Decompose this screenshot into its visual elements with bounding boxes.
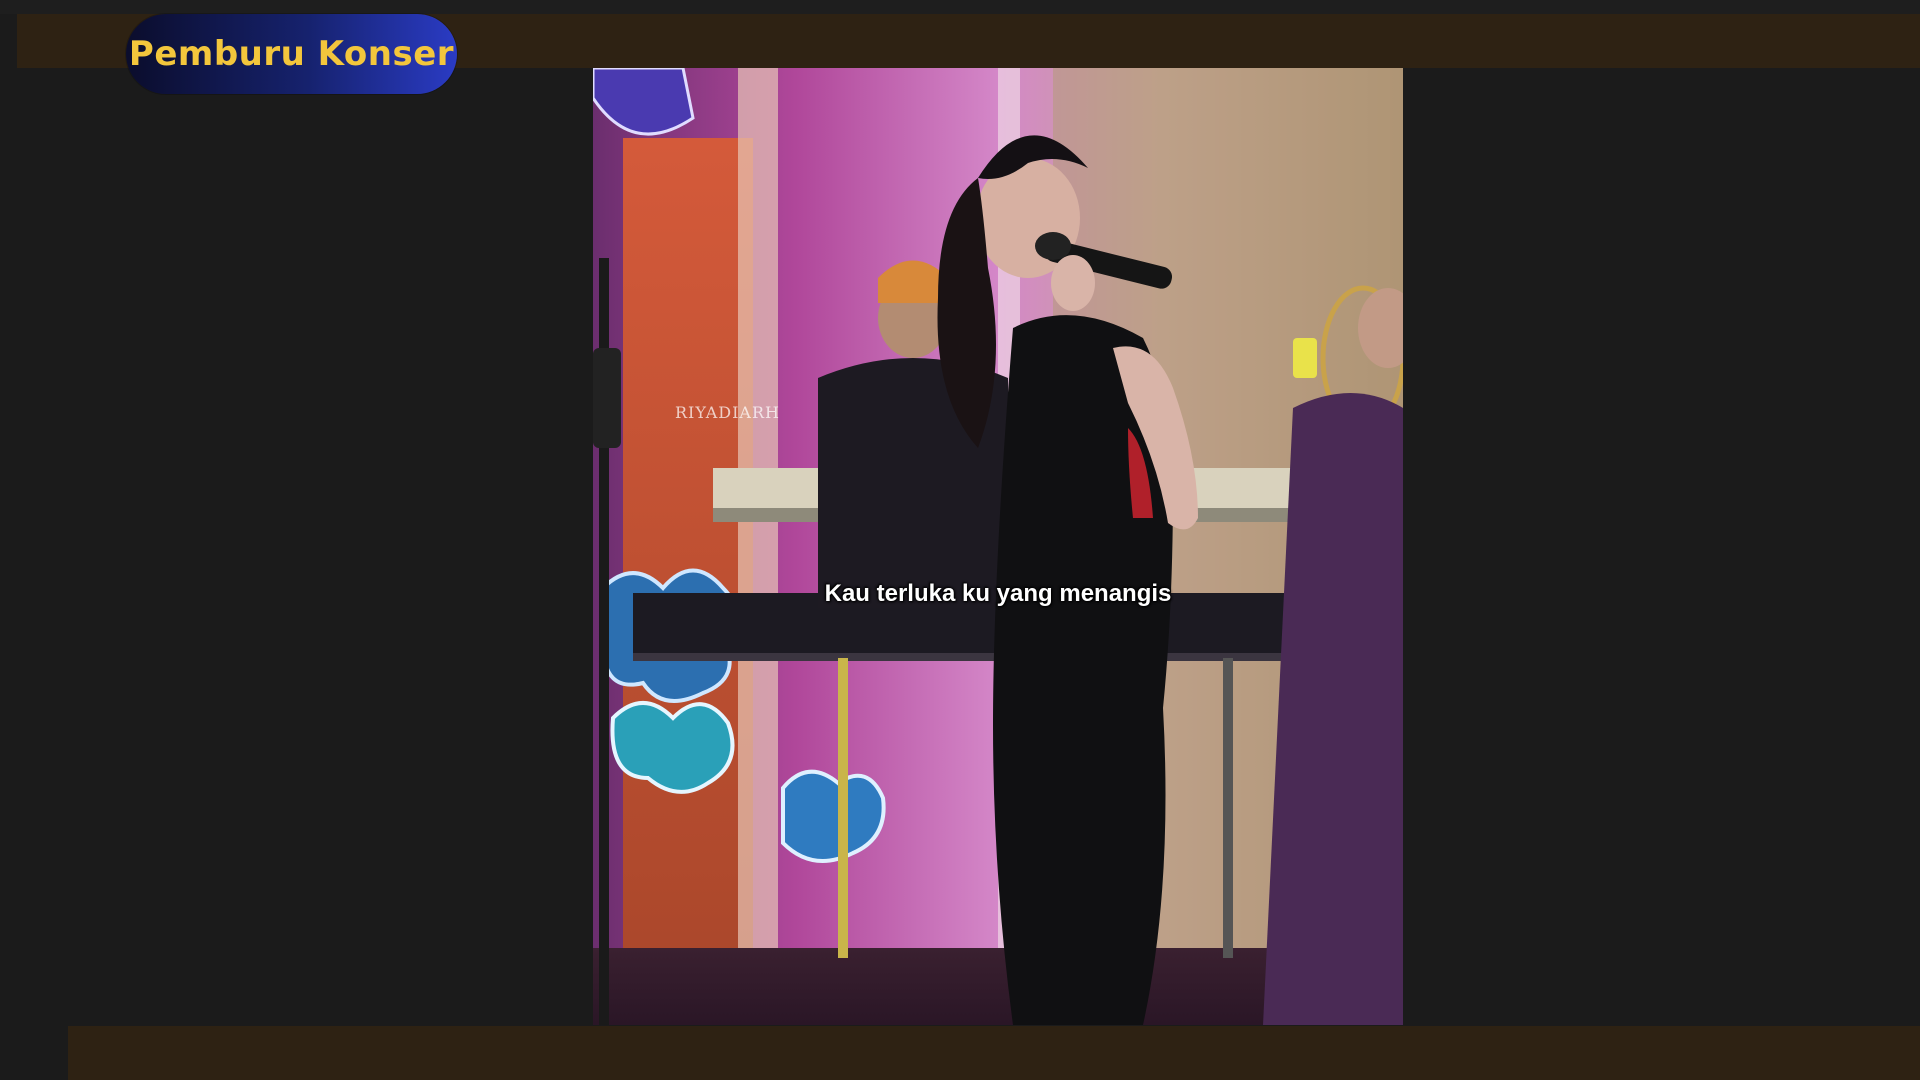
brand-name: Pemburu Konser <box>128 34 455 74</box>
video-frame[interactable]: RIYADIARH Kau terluka ku yang menangis <box>593 68 1403 1025</box>
bottom-band <box>68 1026 1920 1080</box>
video-watermark: RIYADIARH <box>675 403 780 422</box>
video-subtitle: Kau terluka ku yang menangis <box>824 580 1172 607</box>
brand-badge: Pemburu Konser <box>126 14 457 94</box>
concert-scene-image <box>593 68 1403 1025</box>
top-edge-strip <box>0 0 1920 14</box>
